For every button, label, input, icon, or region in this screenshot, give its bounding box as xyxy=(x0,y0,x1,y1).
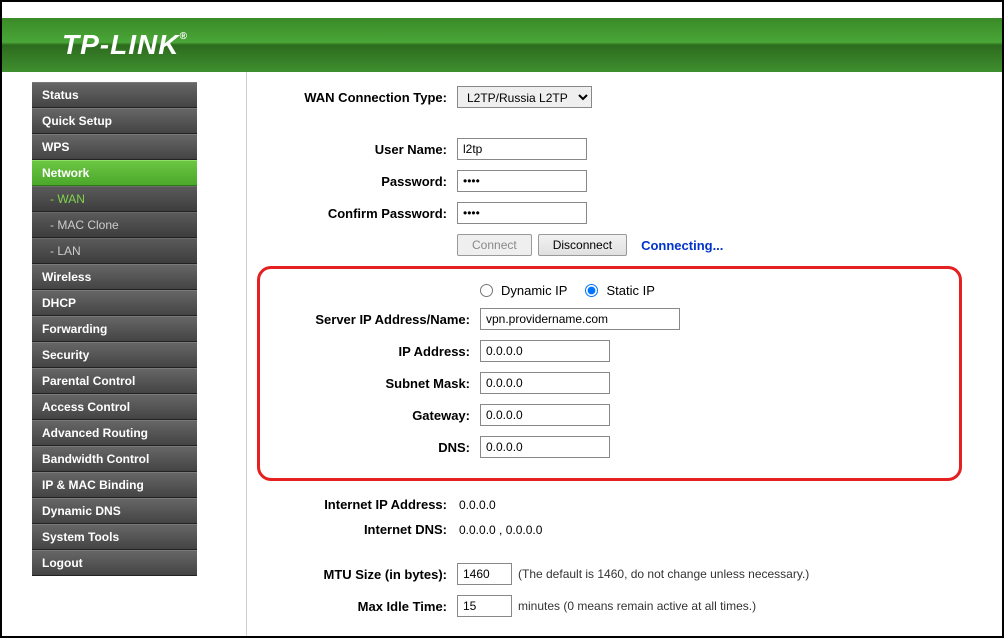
sidebar-item-forwarding[interactable]: Forwarding xyxy=(32,316,197,342)
sidebar-item-wan[interactable]: - WAN xyxy=(32,186,197,212)
sidebar-item-network[interactable]: Network xyxy=(32,160,197,186)
wan-type-label: WAN Connection Type: xyxy=(247,90,457,105)
sidebar-item-bandwidth-control[interactable]: Bandwidth Control xyxy=(32,446,197,472)
sidebar-item-lan[interactable]: - LAN xyxy=(32,238,197,264)
idle-input[interactable] xyxy=(457,595,512,617)
ip-address-input[interactable] xyxy=(480,340,610,362)
sidebar-item-security[interactable]: Security xyxy=(32,342,197,368)
idle-hint: minutes (0 means remain active at all ti… xyxy=(518,599,756,613)
sidebar: StatusQuick SetupWPSNetwork- WAN- MAC Cl… xyxy=(2,72,212,636)
mtu-input[interactable] xyxy=(457,563,512,585)
sidebar-item-system-tools[interactable]: System Tools xyxy=(32,524,197,550)
sidebar-item-dynamic-dns[interactable]: Dynamic DNS xyxy=(32,498,197,524)
sidebar-item-dhcp[interactable]: DHCP xyxy=(32,290,197,316)
mtu-hint: (The default is 1460, do not change unle… xyxy=(518,567,809,581)
mtu-label: MTU Size (in bytes): xyxy=(247,567,457,582)
subnet-mask-input[interactable] xyxy=(480,372,610,394)
sidebar-item-parental-control[interactable]: Parental Control xyxy=(32,368,197,394)
dns-label: DNS: xyxy=(270,440,480,455)
sidebar-item-wireless[interactable]: Wireless xyxy=(32,264,197,290)
header: TP-LINK® xyxy=(2,2,1002,72)
disconnect-button[interactable]: Disconnect xyxy=(538,234,627,256)
internet-dns-label: Internet DNS: xyxy=(247,522,457,537)
ip-settings-highlight-box: Dynamic IP Static IP Server IP Address/N… xyxy=(257,266,962,481)
brand-logo: TP-LINK® xyxy=(62,29,188,61)
server-address-input[interactable] xyxy=(480,308,680,330)
static-ip-label: Static IP xyxy=(606,283,654,298)
subnet-mask-label: Subnet Mask: xyxy=(270,376,480,391)
password-input[interactable] xyxy=(457,170,587,192)
sidebar-item-ip-mac-binding[interactable]: IP & MAC Binding xyxy=(32,472,197,498)
sidebar-item-advanced-routing[interactable]: Advanced Routing xyxy=(32,420,197,446)
confirm-password-input[interactable] xyxy=(457,202,587,224)
password-label: Password: xyxy=(247,174,457,189)
username-input[interactable] xyxy=(457,138,587,160)
sidebar-item-wps[interactable]: WPS xyxy=(32,134,197,160)
dynamic-ip-label: Dynamic IP xyxy=(501,283,567,298)
sidebar-item-mac-clone[interactable]: - MAC Clone xyxy=(32,212,197,238)
sidebar-item-logout[interactable]: Logout xyxy=(32,550,197,576)
ip-address-label: IP Address: xyxy=(270,344,480,359)
confirm-password-label: Confirm Password: xyxy=(247,206,457,221)
static-ip-radio[interactable] xyxy=(585,284,598,297)
gateway-input[interactable] xyxy=(480,404,610,426)
sidebar-item-access-control[interactable]: Access Control xyxy=(32,394,197,420)
sidebar-item-status[interactable]: Status xyxy=(32,82,197,108)
internet-ip-value: 0.0.0.0 xyxy=(457,498,982,512)
connection-status: Connecting... xyxy=(641,238,723,253)
wan-connection-type-select[interactable]: L2TP/Russia L2TP xyxy=(457,86,592,108)
internet-dns-value: 0.0.0.0 , 0.0.0.0 xyxy=(457,523,982,537)
internet-ip-label: Internet IP Address: xyxy=(247,497,457,512)
sidebar-item-quick-setup[interactable]: Quick Setup xyxy=(32,108,197,134)
gateway-label: Gateway: xyxy=(270,408,480,423)
connect-button[interactable]: Connect xyxy=(457,234,532,256)
idle-label: Max Idle Time: xyxy=(247,599,457,614)
dns-input[interactable] xyxy=(480,436,610,458)
main-content: WAN Connection Type: L2TP/Russia L2TP Us… xyxy=(246,72,982,636)
dynamic-ip-radio[interactable] xyxy=(480,284,493,297)
brand-text: TP-LINK xyxy=(62,29,179,60)
username-label: User Name: xyxy=(247,142,457,157)
server-label: Server IP Address/Name: xyxy=(270,312,480,327)
